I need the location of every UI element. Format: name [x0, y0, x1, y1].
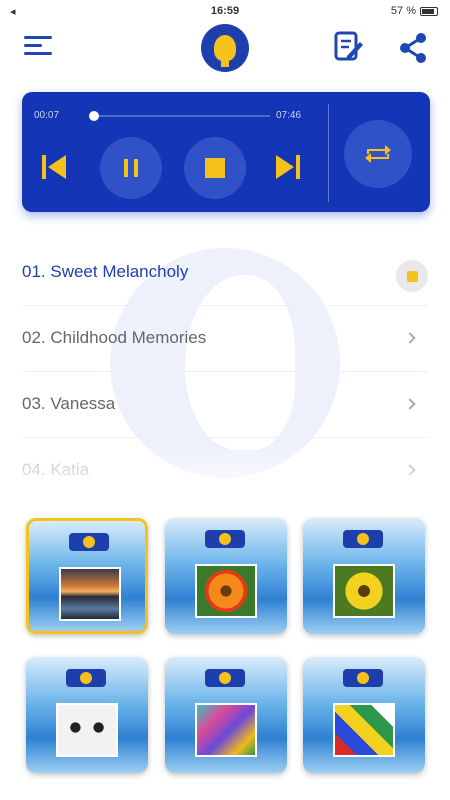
- stop-icon: [205, 158, 225, 178]
- pause-icon: [124, 159, 138, 177]
- edit-note-icon[interactable]: [333, 30, 365, 64]
- progress-slider[interactable]: [88, 111, 270, 121]
- album-picture: [56, 703, 118, 757]
- album-card-sunset[interactable]: [26, 518, 148, 634]
- track-title: 01. Sweet Melancholy: [22, 262, 189, 281]
- player-divider: [328, 104, 329, 202]
- status-bar: ◂ 16:59 57 %: [0, 0, 450, 24]
- elapsed-time: 00:07: [34, 110, 60, 121]
- album-logo: [205, 530, 245, 548]
- total-time: 07:46: [276, 110, 302, 121]
- chevron-right-icon: [404, 464, 416, 476]
- track-item[interactable]: 04. Katia: [22, 438, 428, 504]
- battery-icon: [420, 6, 438, 16]
- battery-percent: 57 %: [390, 5, 416, 17]
- pause-button[interactable]: [100, 137, 162, 199]
- track-title: 04. Katia: [22, 460, 90, 479]
- share-icon[interactable]: [398, 32, 428, 64]
- album-card-flower[interactable]: [165, 518, 287, 634]
- track-list: 01. Sweet Melancholy 02. Childhood Memor…: [0, 240, 450, 504]
- chevron-right-icon: [404, 398, 416, 410]
- track-title: 03. Vanessa: [22, 394, 116, 413]
- status-right: 57 %: [391, 5, 438, 17]
- album-picture: [333, 703, 395, 757]
- stop-icon: [406, 270, 418, 282]
- lightbulb-logo: [201, 24, 249, 72]
- chevron-right-icon: [404, 332, 416, 344]
- album-picture: [333, 564, 395, 618]
- repeat-icon: [365, 145, 391, 163]
- album-logo: [343, 669, 383, 687]
- album-card-mosaic[interactable]: [303, 657, 425, 773]
- album-logo: [205, 669, 245, 687]
- album-logo: [66, 669, 106, 687]
- track-item[interactable]: 03. Vanessa: [22, 372, 428, 438]
- track-item[interactable]: 01. Sweet Melancholy: [22, 240, 428, 306]
- track-stop-button[interactable]: [396, 260, 428, 292]
- album-logo: [343, 530, 383, 548]
- track-title: 02. Childhood Memories: [22, 328, 207, 347]
- menu-icon[interactable]: [24, 36, 52, 58]
- album-picture: [59, 567, 121, 621]
- album-picture: [195, 703, 257, 757]
- album-picture: [195, 564, 257, 618]
- progress-knob[interactable]: [88, 111, 99, 121]
- skip-previous-icon[interactable]: [40, 152, 68, 182]
- album-card-abstract[interactable]: [165, 657, 287, 773]
- skip-next-icon[interactable]: [274, 152, 302, 182]
- stop-button[interactable]: [184, 137, 246, 199]
- album-logo: [69, 533, 109, 551]
- album-card-sunflower[interactable]: [303, 518, 425, 634]
- album-card-sketch[interactable]: [26, 657, 148, 773]
- player-panel: 00:07 07:46: [22, 92, 430, 212]
- status-time: 16:59: [210, 5, 240, 17]
- repeat-button[interactable]: [344, 120, 412, 188]
- top-bar: [0, 22, 450, 74]
- track-item[interactable]: 02. Childhood Memories: [22, 306, 428, 372]
